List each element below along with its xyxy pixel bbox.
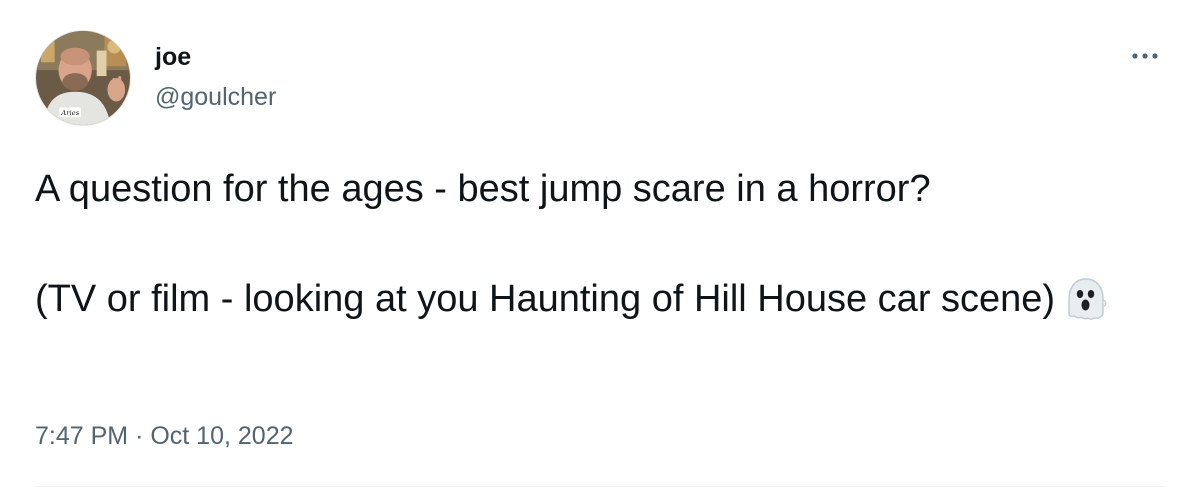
ghost-icon [1063,275,1109,321]
avatar[interactable]: Aries [35,30,131,126]
more-options-button[interactable] [1126,44,1166,68]
tweet-text-paragraph-2: (TV or film - looking at you Haunting of… [35,272,1155,327]
tweet-time[interactable]: 7:47 PM [35,422,128,450]
tweet-text: A question for the ages - best jump scar… [35,162,1155,327]
tweet-date[interactable]: Oct 10, 2022 [150,422,293,450]
ellipsis-icon [1132,53,1158,59]
tweet-card: Aries joe @goulcher A question for the a… [0,0,1186,504]
tweet-text-line-1: A question for the ages - best jump scar… [35,168,931,210]
author-display-name[interactable]: joe [155,41,191,73]
divider [35,486,1166,487]
tweet-text-line-2: (TV or film - looking at you Haunting of… [35,278,1056,320]
author-handle[interactable]: @goulcher [155,81,276,113]
timestamp-separator: · [135,422,144,450]
profile-photo-icon: Aries [36,31,130,125]
tweet-timestamp: 7:47 PM · Oct 10, 2022 [35,420,294,452]
avatar-badge-text: Aries [60,109,79,117]
